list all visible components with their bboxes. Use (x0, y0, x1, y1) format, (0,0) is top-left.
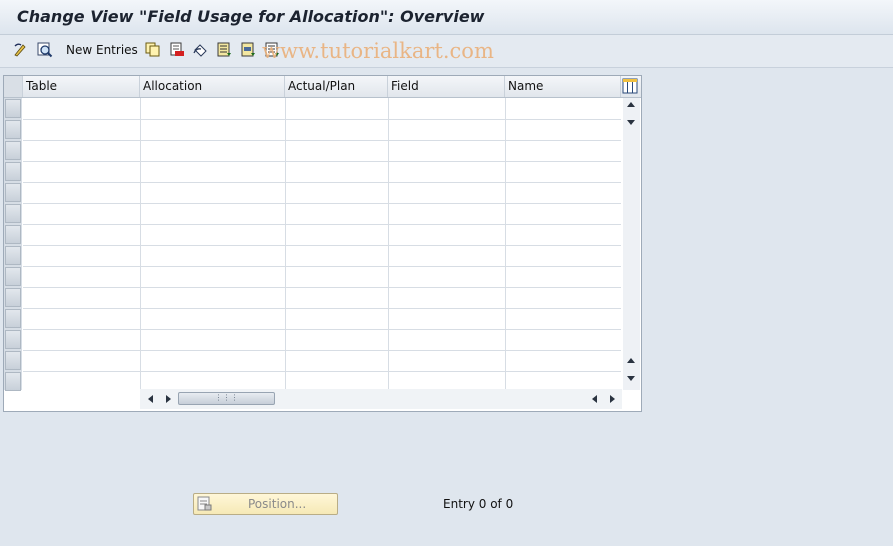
undo-icon[interactable] (192, 41, 209, 58)
table-row (23, 371, 621, 372)
row-selector[interactable] (5, 204, 21, 223)
scroll-page-down-icon[interactable] (627, 376, 635, 381)
table-row (23, 245, 621, 246)
table-control: Table Allocation Actual/Plan Field Name (3, 75, 642, 412)
column-header-name[interactable]: Name (505, 76, 621, 97)
column-header-actual-plan[interactable]: Actual/Plan (285, 76, 388, 97)
select-all-rows-button[interactable] (4, 76, 23, 97)
table-row (23, 329, 621, 330)
row-selector[interactable] (5, 330, 21, 349)
title-bar: Change View "Field Usage for Allocation"… (0, 0, 893, 35)
row-selector[interactable] (5, 372, 21, 391)
table-row (23, 161, 621, 162)
horizontal-scrollbar[interactable]: ⋮⋮⋮ (140, 389, 622, 409)
row-selector-column (4, 98, 22, 391)
column-header-allocation[interactable]: Allocation (140, 76, 285, 97)
row-selector[interactable] (5, 267, 21, 286)
select-all-icon[interactable] (216, 41, 233, 58)
table-row (23, 350, 621, 351)
entry-counter: Entry 0 of 0 (443, 497, 514, 511)
table-row (23, 119, 621, 120)
row-selector[interactable] (5, 162, 21, 181)
column-divider (140, 98, 141, 390)
scroll-left-icon[interactable] (148, 395, 153, 403)
page-title: Change View "Field Usage for Allocation"… (17, 7, 485, 26)
row-selector[interactable] (5, 120, 21, 139)
column-header-table[interactable]: Table (23, 76, 140, 97)
row-selector[interactable] (5, 246, 21, 265)
watermark: www.tutorialkart.com (262, 39, 494, 63)
table-row (23, 266, 621, 267)
scroll-far-right-icon[interactable] (610, 395, 615, 403)
row-selector[interactable] (5, 288, 21, 307)
scroll-far-left-icon[interactable] (592, 395, 597, 403)
change-display-icon[interactable] (12, 41, 29, 58)
table-header: Table Allocation Actual/Plan Field Name (4, 76, 641, 98)
vertical-scrollbar[interactable] (623, 98, 640, 390)
select-block-icon[interactable] (240, 41, 257, 58)
table-row (23, 308, 621, 309)
scroll-page-up-icon[interactable] (627, 358, 635, 363)
row-selector[interactable] (5, 351, 21, 370)
table-row (23, 287, 621, 288)
column-header-field[interactable]: Field (388, 76, 505, 97)
row-selector[interactable] (5, 225, 21, 244)
table-row (23, 182, 621, 183)
table-row (23, 203, 621, 204)
position-button-label: Position... (248, 497, 307, 511)
new-entries-button[interactable]: New Entries (66, 43, 138, 57)
scroll-up-icon[interactable] (627, 102, 635, 107)
row-selector[interactable] (5, 183, 21, 202)
copy-icon[interactable] (144, 41, 161, 58)
horizontal-scroll-thumb[interactable]: ⋮⋮⋮ (178, 392, 275, 405)
row-selector[interactable] (5, 99, 21, 118)
position-icon (197, 496, 212, 514)
position-button[interactable]: Position... (193, 493, 338, 515)
delete-icon[interactable] (168, 41, 185, 58)
table-settings-icon[interactable] (622, 78, 638, 94)
column-divider (285, 98, 286, 390)
column-divider (505, 98, 506, 390)
row-selector[interactable] (5, 309, 21, 328)
application-toolbar: New Entries www.tutorialkart.com (0, 35, 893, 68)
scroll-right-icon[interactable] (166, 395, 171, 403)
table-row (23, 224, 621, 225)
table-row (23, 140, 621, 141)
column-divider (388, 98, 389, 390)
row-selector[interactable] (5, 141, 21, 160)
details-icon[interactable] (36, 41, 53, 58)
scroll-down-icon[interactable] (627, 120, 635, 125)
